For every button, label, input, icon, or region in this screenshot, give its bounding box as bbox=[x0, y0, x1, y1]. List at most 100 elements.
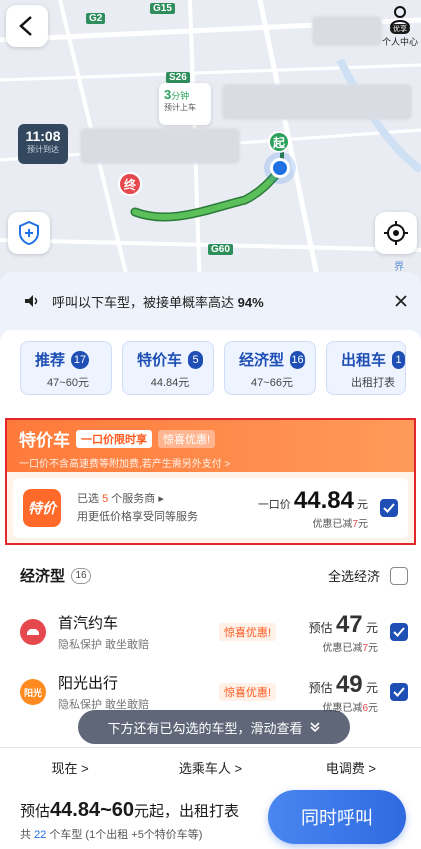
special-checkbox[interactable] bbox=[380, 499, 398, 517]
triangle-right-icon: ▸ bbox=[158, 493, 164, 505]
surprise-tag: 惊喜优惠! bbox=[218, 623, 276, 641]
special-logo: 特价 bbox=[23, 489, 61, 527]
bottom-sheet: 呼叫以下车型，被接单概率高达 94% 推荐 17 47~60元 特价车 5 44.8… bbox=[0, 272, 421, 747]
check-icon bbox=[383, 503, 395, 513]
chevron-left-icon bbox=[19, 16, 32, 36]
notice-text: 呼叫以下车型，被接单概率高达 94% bbox=[52, 292, 395, 311]
check-icon bbox=[393, 687, 405, 697]
discount-label: 优惠已减 bbox=[322, 642, 363, 654]
est-suffix: 元起，出租打表 bbox=[134, 803, 240, 820]
start-pin: 起 bbox=[268, 131, 290, 153]
road-label-g60: G60 bbox=[208, 244, 233, 255]
tab-price: 47~66元 bbox=[251, 377, 293, 389]
special-car-section: 特价车 一口价限时享 惊喜优惠! 一口价不含高速费等附加费,若产生需另外支付 >… bbox=[5, 418, 416, 545]
tab-taxi[interactable]: 出租车 1 出租打表 bbox=[326, 341, 406, 395]
safety-button[interactable] bbox=[8, 212, 50, 254]
time-option[interactable]: 现在 > bbox=[0, 758, 140, 777]
check-icon bbox=[393, 627, 405, 637]
discount-label: 优惠已减 bbox=[312, 518, 353, 530]
price-unit: 元 bbox=[365, 620, 378, 635]
map-view[interactable]: G2 G15 S26 G60 界 3分钟 预计上车 11:08 预计到达 起 终… bbox=[0, 0, 421, 290]
count-prefix: 共 bbox=[20, 829, 31, 841]
notice-bar: 呼叫以下车型，被接单概率高达 94% bbox=[0, 272, 421, 330]
current-location-dot bbox=[270, 158, 290, 178]
eta-label: 预计上车 bbox=[164, 103, 196, 112]
trip-options-bar: 现在 > 选乘车人 > 电调费 > bbox=[0, 747, 421, 787]
payment-option[interactable]: 电调费 > bbox=[281, 758, 421, 777]
arrival-label: 预计到达 bbox=[27, 145, 59, 154]
profile-label: 个人中心 bbox=[381, 37, 418, 47]
road-label-g2: G2 bbox=[86, 13, 106, 24]
locate-button[interactable] bbox=[375, 212, 417, 254]
call-all-button[interactable]: 同时呼叫 bbox=[268, 790, 406, 844]
tab-count: 5 bbox=[188, 350, 203, 369]
blurred-address bbox=[222, 84, 412, 120]
est-label: 预估 bbox=[308, 620, 333, 635]
discount-unit: 元 bbox=[368, 642, 378, 654]
provider-name: 阳光出行 bbox=[58, 675, 119, 692]
tab-price: 44.84元 bbox=[150, 377, 190, 389]
est-prefix: 预估 bbox=[20, 803, 51, 820]
notice-percent: 94% bbox=[237, 294, 264, 310]
special-header: 特价车 一口价限时享 惊喜优惠! 一口价不含高速费等附加费,若产生需另外支付 > bbox=[7, 420, 414, 472]
rider-option[interactable]: 选乘车人 > bbox=[140, 758, 280, 777]
economy-title: 经济型 bbox=[20, 568, 66, 585]
double-chevron-down-icon bbox=[309, 722, 320, 733]
shield-icon bbox=[19, 221, 39, 245]
est-range: 44.84~60 bbox=[50, 799, 134, 821]
provider-name: 首汽约车 bbox=[58, 615, 119, 632]
selected-suffix: 个服务商 bbox=[111, 493, 156, 505]
provider-price: 47 bbox=[335, 610, 363, 638]
fixed-price-tag: 一口价限时享 bbox=[76, 429, 152, 448]
surprise-tag: 惊喜优惠! bbox=[218, 683, 276, 701]
special-desc[interactable]: 一口价不含高速费等附加费,若产生需另外支付 > bbox=[19, 455, 402, 470]
profile-button[interactable]: 优享 个人中心 bbox=[381, 4, 419, 54]
tab-special[interactable]: 特价车 5 44.84元 bbox=[122, 341, 214, 395]
map-place-label: 界 bbox=[394, 262, 404, 273]
tab-name: 出租车 bbox=[341, 352, 387, 369]
tab-name: 推荐 bbox=[35, 352, 66, 369]
tab-count: 17 bbox=[71, 350, 90, 369]
scroll-hint-toast[interactable]: 下方还有已勾选的车型，滑动查看 bbox=[78, 710, 350, 744]
road-label-s26: S26 bbox=[166, 72, 190, 83]
price-unit: 元 bbox=[357, 498, 368, 511]
tab-price: 47~60元 bbox=[47, 377, 89, 389]
tab-recommend[interactable]: 推荐 17 47~60元 bbox=[20, 341, 112, 395]
surprise-tag: 惊喜优惠! bbox=[158, 429, 216, 448]
provider-logo bbox=[20, 619, 46, 645]
special-provider-card[interactable]: 特价 已选 5 个服务商 ▸ 用更低价格享受同等服务 一口价 44.84 元 优… bbox=[13, 478, 408, 538]
arrival-time: 11:08 bbox=[25, 128, 61, 144]
tab-name: 经济型 bbox=[239, 352, 285, 369]
price-label: 一口价 bbox=[257, 498, 291, 511]
selected-providers[interactable]: 已选 5 个服务商 ▸ bbox=[77, 490, 258, 508]
blurred-destination bbox=[80, 128, 240, 164]
provider-desc: 隐私保护 敢坐敢赔 bbox=[58, 639, 150, 651]
toast-text: 下方还有已勾选的车型，滑动查看 bbox=[107, 720, 303, 736]
tab-price: 出租打表 bbox=[351, 377, 395, 389]
selected-desc: 用更低价格享受同等服务 bbox=[77, 511, 198, 523]
list-item[interactable]: 首汽约车 隐私保护 敢坐敢赔 惊喜优惠! 预估 47 元 优惠已减7元 bbox=[20, 605, 408, 659]
speaker-icon bbox=[25, 295, 38, 307]
close-icon[interactable] bbox=[395, 295, 407, 307]
tab-economy[interactable]: 经济型 16 47~66元 bbox=[224, 341, 316, 395]
provider-price: 49 bbox=[335, 670, 363, 698]
notice-prefix: 呼叫以下车型，被接单概率高达 bbox=[52, 294, 238, 310]
provider-checkbox[interactable] bbox=[390, 623, 408, 641]
selected-count: 5 bbox=[102, 493, 109, 505]
car-type-tabs: 推荐 17 47~60元 特价车 5 44.84元 经济型 16 47~66元 出租车… bbox=[20, 341, 406, 395]
economy-count: 16 bbox=[71, 567, 92, 584]
car-count: 22 bbox=[34, 829, 47, 841]
blurred-area bbox=[312, 16, 382, 46]
economy-header: 经济型 16 全选经济 bbox=[20, 565, 408, 586]
selected-prefix: 已选 bbox=[77, 493, 99, 505]
tab-name: 特价车 bbox=[137, 352, 183, 369]
select-all-economy-checkbox[interactable] bbox=[390, 566, 408, 585]
back-button[interactable] bbox=[6, 5, 48, 47]
tab-count: 16 bbox=[290, 350, 305, 369]
special-price: 44.84 bbox=[293, 486, 354, 514]
provider-checkbox[interactable] bbox=[390, 683, 408, 701]
eta-unit: 分钟 bbox=[171, 91, 190, 101]
select-all-economy-label[interactable]: 全选经济 bbox=[328, 566, 380, 585]
arrival-bubble: 11:08 预计到达 bbox=[18, 124, 68, 164]
crosshair-icon bbox=[384, 221, 408, 245]
